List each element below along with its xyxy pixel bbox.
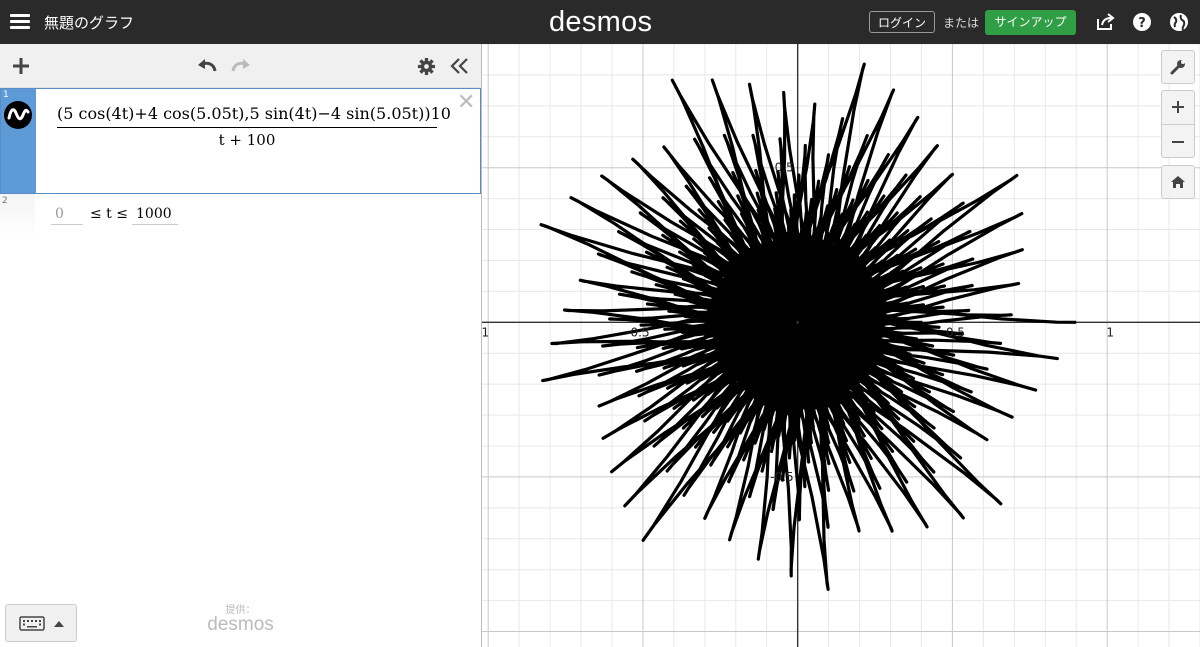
zoom-out-icon (1172, 141, 1184, 143)
x-tick-label: -1 (482, 325, 489, 339)
zoom-out-button[interactable] (1161, 124, 1195, 158)
graph-settings-button[interactable] (1161, 50, 1195, 84)
graph-canvas[interactable]: -1 -0.5 0.5 1 0.5 -0.5 (482, 44, 1200, 647)
default-viewport-button[interactable] (1161, 165, 1195, 199)
caret-up-icon (54, 621, 64, 627)
plus-icon[interactable] (11, 56, 31, 76)
globe-icon[interactable] (1168, 11, 1190, 33)
top-bar: 無題のグラフ desmos ログイン または サインアップ ? (0, 0, 1200, 44)
expression-tab[interactable]: 2 (0, 194, 35, 240)
expression-toolbar (0, 44, 481, 88)
x-tick-label: -0.5 (626, 325, 649, 339)
undo-icon[interactable] (196, 56, 218, 74)
graph-title[interactable]: 無題のグラフ (44, 12, 134, 33)
powered-by[interactable]: 提供： desmos (203, 601, 278, 636)
keypad-toggle-button[interactable] (5, 604, 77, 642)
expression-index: 1 (3, 90, 9, 100)
expression-formula[interactable]: (5 cos(4t)+4 cos(5.05t),5 sin(4t)−4 sin(… (57, 104, 451, 149)
share-icon[interactable] (1094, 11, 1116, 33)
gear-icon[interactable] (417, 57, 436, 76)
menu-icon[interactable] (10, 12, 30, 32)
expression-panel: 1 ✕ (5 cos(4t)+4 cos(5.05t),5 sin(4t)−4 … (0, 44, 482, 647)
svg-text:?: ? (1138, 16, 1146, 31)
home-icon (1171, 176, 1185, 188)
desmos-logo: desmos (549, 6, 653, 38)
expression-index: 2 (2, 196, 8, 206)
formula-numerator: (5 cos(4t)+4 cos(5.05t),5 sin(4t)−4 sin(… (57, 104, 451, 123)
zoom-in-icon (1172, 101, 1184, 113)
login-button[interactable]: ログイン (869, 11, 936, 33)
y-tick-label: -0.5 (770, 470, 793, 484)
parametric-curve[interactable] (539, 62, 1077, 591)
powered-by-logo: desmos (207, 614, 274, 635)
wrench-icon (1170, 60, 1185, 75)
or-label: または (943, 16, 980, 30)
parametric-curve-icon[interactable] (3, 100, 33, 130)
expression-row-1[interactable]: 1 ✕ (5 cos(4t)+4 cos(5.05t),5 sin(4t)−4 … (0, 88, 481, 225)
expression-row-2[interactable]: 2 (0, 194, 481, 244)
x-tick-label: 0.5 (946, 325, 965, 339)
redo-icon[interactable] (230, 56, 252, 74)
signup-button[interactable]: サインアップ (985, 10, 1076, 35)
graph-paper[interactable]: -1 -0.5 0.5 1 0.5 -0.5 (482, 44, 1200, 647)
expression-tab[interactable]: 1 (1, 89, 36, 193)
x-tick-label: 1 (1106, 325, 1114, 339)
fraction-bar (57, 127, 437, 128)
y-tick-label: 0.5 (775, 161, 794, 175)
keyboard-icon (19, 616, 45, 631)
help-icon[interactable]: ? (1131, 11, 1153, 33)
zoom-in-button[interactable] (1161, 90, 1195, 124)
delete-expression-icon[interactable]: ✕ (457, 92, 475, 114)
formula-denominator: t + 100 (218, 131, 276, 149)
collapse-icon[interactable] (450, 57, 470, 75)
